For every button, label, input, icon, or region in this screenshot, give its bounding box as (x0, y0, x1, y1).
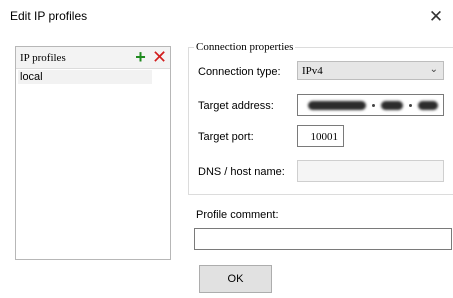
add-profile-button[interactable]: + (132, 48, 149, 66)
target-port-value: 10001 (310, 131, 339, 143)
connection-type-value: IPv4 (302, 65, 323, 77)
profile-comment-label: Profile comment: (196, 209, 279, 221)
window-title: Edit IP profiles (10, 9, 88, 23)
chevron-down-icon: ⌄ (429, 64, 438, 75)
connection-type-label: Connection type: (198, 66, 281, 78)
redacted-address (308, 101, 438, 110)
dns-host-label: DNS / host name: (198, 166, 285, 178)
target-port-label: Target port: (198, 131, 254, 143)
target-address-field[interactable] (297, 94, 444, 116)
ok-button[interactable]: OK (199, 265, 272, 293)
profile-list-item[interactable]: local (18, 70, 152, 84)
target-address-label: Target address: (198, 100, 274, 112)
delete-profile-button[interactable]: ✕ (151, 48, 168, 66)
connection-type-select[interactable]: IPv4 ⌄ (297, 61, 444, 80)
connection-properties-legend: Connection properties (194, 41, 296, 53)
profiles-header: IP profiles + ✕ (16, 47, 170, 69)
target-port-field[interactable]: 10001 (297, 125, 344, 147)
title-bar: Edit IP profiles ✕ (0, 0, 453, 34)
profile-comment-field[interactable] (194, 228, 452, 250)
ip-profiles-panel: IP profiles + ✕ local (15, 46, 171, 260)
close-icon[interactable]: ✕ (425, 6, 447, 28)
profiles-header-label: IP profiles (20, 52, 66, 64)
dns-host-field[interactable] (297, 160, 444, 182)
